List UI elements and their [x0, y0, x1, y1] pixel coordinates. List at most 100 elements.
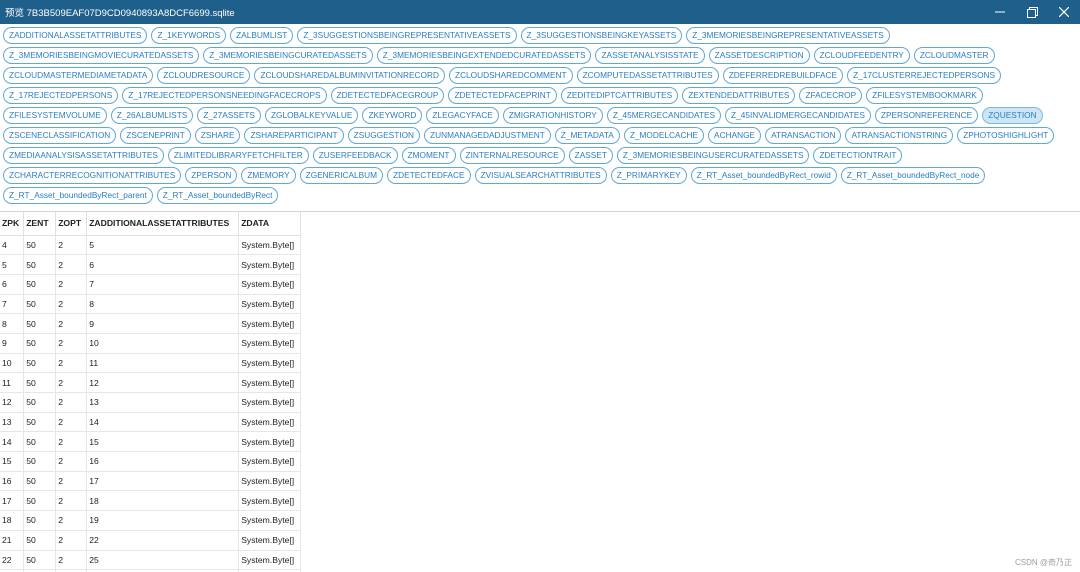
table-chip[interactable]: Z_3SUGGESTIONSBEINGKEYASSETS	[520, 27, 683, 44]
table-chip[interactable]: ZINTERNALRESOURCE	[459, 147, 565, 164]
column-header-zpk[interactable]: ZPK	[0, 212, 25, 236]
table-chip[interactable]: Z_RT_Asset_boundedByRect	[156, 187, 279, 204]
table-chip[interactable]: ZLIMITEDLIBRARYFETCHFILTER	[167, 147, 309, 164]
table-chip[interactable]: ACHANGE	[708, 127, 762, 144]
minimize-button[interactable]	[984, 0, 1016, 24]
table-row[interactable]: 21 50 2 22 System.Byte[]	[0, 530, 302, 551]
column-header-zent[interactable]: ZENT	[23, 212, 57, 236]
table-chip[interactable]: ZFILESYSTEMVOLUME	[3, 107, 107, 124]
column-header-zopt[interactable]: ZOPT	[55, 212, 88, 236]
table-row[interactable]: 14 50 2 15 System.Byte[]	[0, 431, 302, 453]
table-chip[interactable]: Z_17REJECTEDPERSONSNEEDINGFACECROPS	[122, 87, 327, 104]
table-chip[interactable]: ZDETECTIONTRAIT	[813, 147, 903, 164]
table-chip[interactable]: Z_26ALBUMLISTS	[110, 107, 194, 124]
table-chip[interactable]: ZCLOUDMASTERMEDIAMETADATA	[3, 67, 154, 84]
table-cell: 18	[0, 510, 25, 531]
table-chip[interactable]: ZASSETANALYSISSTATE	[595, 47, 705, 64]
table-chip[interactable]: Z_RT_Asset_boundedByRect_rowid	[690, 167, 837, 184]
table-chip[interactable]: ZDEFERREDREBUILDFACE	[722, 67, 844, 84]
table-chip[interactable]: ZCLOUDSHAREDCOMMENT	[449, 67, 573, 84]
table-chip[interactable]: ZCLOUDMASTER	[913, 47, 995, 64]
table-chip[interactable]: ZASSETDESCRIPTION	[708, 47, 810, 64]
table-chip[interactable]: ZVISUALSEARCHATTRIBUTES	[474, 167, 607, 184]
table-row[interactable]: 16 50 2 17 System.Byte[]	[0, 471, 302, 492]
table-chip[interactable]: ZFACECROP	[799, 87, 863, 104]
table-row[interactable]: 9 50 2 10 System.Byte[]	[0, 333, 302, 354]
table-row[interactable]: 11 50 2 12 System.Byte[]	[0, 372, 302, 393]
table-chip[interactable]: ZMIGRATIONHISTORY	[502, 107, 603, 124]
table-chip[interactable]: ZSUGGESTION	[347, 127, 421, 144]
table-chip[interactable]: ZUSERFEEDBACK	[312, 147, 398, 164]
table-chip[interactable]: ZEXTENDEDATTRIBUTES	[682, 87, 796, 104]
table-row[interactable]: 6 50 2 7 System.Byte[]	[0, 274, 302, 295]
table-chip[interactable]: ZGENERICALBUM	[299, 167, 384, 184]
column-header-zdata[interactable]: ZDATA	[238, 212, 302, 236]
table-chip[interactable]: ZASSET	[568, 147, 613, 164]
table-row[interactable]: 4 50 2 5 System.Byte[]	[0, 235, 302, 256]
table-chip[interactable]: ZMOMENT	[401, 147, 456, 164]
table-cell: System.Byte[]	[238, 550, 302, 571]
table-chip[interactable]: Z_45MERGECANDIDATES	[606, 107, 722, 124]
table-chip[interactable]: ZSCENECLASSIFICATION	[3, 127, 117, 144]
table-chip[interactable]: ZPERSON	[185, 167, 238, 184]
table-chip[interactable]: ZMEDIAANALYSISASSETATTRIBUTES	[3, 147, 164, 164]
table-row[interactable]: 13 50 2 14 System.Byte[]	[0, 412, 302, 433]
table-row[interactable]: 17 50 2 18 System.Byte[]	[0, 490, 302, 512]
table-chip[interactable]: Z_MODELCACHE	[623, 127, 705, 144]
table-chip[interactable]: ZSHAREPARTICIPANT	[244, 127, 344, 144]
table-row[interactable]: 10 50 2 11 System.Byte[]	[0, 353, 302, 374]
table-chip[interactable]: ZSCENEPRINT	[120, 127, 191, 144]
table-chip[interactable]: Z_3MEMORIESBEINGEXTENDEDCURATEDASSETS	[376, 47, 592, 64]
table-row[interactable]: 12 50 2 13 System.Byte[]	[0, 392, 302, 413]
table-chip[interactable]: ZKEYWORD	[362, 107, 423, 124]
table-chip[interactable]: ZFILESYSTEMBOOKMARK	[866, 87, 983, 104]
table-chip[interactable]: ZDETECTEDFACEGROUP	[330, 87, 445, 104]
table-chip[interactable]: Z_17REJECTEDPERSONS	[3, 87, 119, 104]
table-row[interactable]: 15 50 2 16 System.Byte[]	[0, 451, 302, 472]
table-cell: 50	[23, 333, 57, 354]
table-chip[interactable]: ZMEMORY	[241, 167, 296, 184]
table-chip[interactable]: ATRANSACTIONSTRING	[845, 127, 954, 144]
table-cell: 15	[86, 431, 240, 453]
table-row[interactable]: 8 50 2 9 System.Byte[]	[0, 313, 302, 334]
table-chip[interactable]: ZPHOTOSHIGHLIGHT	[957, 127, 1055, 144]
table-chip[interactable]: ZLEGACYFACE	[426, 107, 499, 124]
table-row[interactable]: 18 50 2 19 System.Byte[]	[0, 510, 302, 531]
table-chip[interactable]: Z_1KEYWORDS	[151, 27, 227, 44]
table-row[interactable]: 7 50 2 8 System.Byte[]	[0, 294, 302, 315]
table-chip[interactable]: Z_45INVALIDMERGECANDIDATES	[725, 107, 871, 124]
table-chip[interactable]: ATRANSACTION	[765, 127, 842, 144]
table-chip[interactable]: ZADDITIONALASSETATTRIBUTES	[3, 27, 148, 44]
table-chip[interactable]: ZALBUMLIST	[230, 27, 294, 44]
table-chip[interactable]: ZEDITEDIPTCATTRIBUTES	[560, 87, 679, 104]
restore-button[interactable]	[1016, 0, 1048, 24]
table-chip[interactable]: Z_17CLUSTERREJECTEDPERSONS	[847, 67, 1002, 84]
table-chip[interactable]: ZDETECTEDFACEPRINT	[448, 87, 557, 104]
table-row[interactable]: 5 50 2 6 System.Byte[]	[0, 254, 302, 275]
table-chip[interactable]: ZPERSONREFERENCE	[874, 107, 979, 124]
table-chip[interactable]: ZDETECTEDFACE	[387, 167, 471, 184]
column-header-zadditionalassetattributes[interactable]: ZADDITIONALASSETATTRIBUTES	[86, 212, 240, 236]
table-row[interactable]: 22 50 2 25 System.Byte[]	[0, 550, 302, 571]
table-chip[interactable]: ZCHARACTERRECOGNITIONATTRIBUTES	[3, 167, 182, 184]
table-chip[interactable]: ZCLOUDFEEDENTRY	[813, 47, 910, 64]
table-chip[interactable]: Z_3SUGGESTIONSBEINGREPRESENTATIVEASSETS	[297, 27, 517, 44]
table-chip[interactable]: Z_RT_Asset_boundedByRect_parent	[3, 187, 153, 204]
table-chip[interactable]: ZCLOUDSHAREDALBUMINVITATIONRECORD	[254, 67, 445, 84]
table-chip[interactable]: ZCLOUDRESOURCE	[157, 67, 251, 84]
table-chip[interactable]: ZUNMANAGEDADJUSTMENT	[424, 127, 551, 144]
table-chip[interactable]: ZQUESTION	[982, 107, 1043, 124]
table-chip[interactable]: Z_3MEMORIESBEINGUSERCURATEDASSETS	[616, 147, 810, 164]
table-chip[interactable]: Z_3MEMORIESBEINGREPRESENTATIVEASSETS	[686, 27, 890, 44]
table-chip[interactable]: Z_RT_Asset_boundedByRect_node	[840, 167, 986, 184]
table-chip[interactable]: Z_PRIMARYKEY	[610, 167, 687, 184]
close-button[interactable]	[1048, 0, 1080, 24]
table-chip[interactable]: Z_3MEMORIESBEINGMOVIECURATEDASSETS	[3, 47, 200, 64]
table-chip[interactable]: ZGLOBALKEYVALUE	[264, 107, 359, 124]
table-chip[interactable]: ZSHARE	[194, 127, 241, 144]
table-chip[interactable]: ZCOMPUTEDASSETATTRIBUTES	[576, 67, 719, 84]
table-chip[interactable]: Z_METADATA	[554, 127, 620, 144]
table-chip[interactable]: Z_3MEMORIESBEINGCURATEDASSETS	[203, 47, 373, 64]
table-chip[interactable]: Z_27ASSETS	[197, 107, 261, 124]
table-cell: 50	[23, 431, 57, 453]
